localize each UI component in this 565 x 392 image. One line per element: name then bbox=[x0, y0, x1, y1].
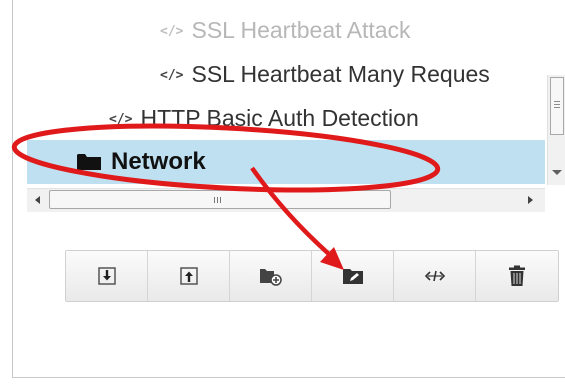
tree-item-label: SSL Heartbeat Many Reques bbox=[191, 61, 490, 87]
edit-folder-button[interactable] bbox=[312, 251, 394, 301]
folder-icon bbox=[77, 153, 101, 170]
code-icon: </> bbox=[109, 112, 133, 127]
tree-item-ssl-heartbeat-many-requests[interactable]: </> SSL Heartbeat Many Reques bbox=[160, 54, 490, 94]
tree-item-label: SSL Heartbeat Attack bbox=[191, 17, 411, 43]
code-icon: </> bbox=[160, 24, 184, 39]
code-move-icon bbox=[424, 269, 446, 283]
vertical-scroll-thumb[interactable] bbox=[550, 77, 564, 135]
scroll-left-arrow-icon[interactable] bbox=[35, 196, 40, 204]
horizontal-scroll-thumb[interactable] bbox=[49, 190, 391, 209]
scroll-down-arrow-icon[interactable] bbox=[552, 170, 562, 175]
export-icon bbox=[179, 267, 198, 285]
add-folder-icon bbox=[259, 266, 283, 286]
tree-item-label: HTTP Basic Auth Detection bbox=[140, 105, 419, 131]
tree-item-label: Network bbox=[111, 148, 206, 175]
trash-icon bbox=[509, 265, 525, 287]
horizontal-scrollbar[interactable] bbox=[27, 188, 545, 212]
scroll-right-arrow-icon[interactable] bbox=[528, 196, 533, 204]
tree-item-http-basic-auth-detection[interactable]: </> HTTP Basic Auth Detection bbox=[109, 98, 419, 138]
rule-toolbar bbox=[65, 250, 559, 302]
import-icon bbox=[97, 267, 116, 285]
tree-item-ssl-heartbeat-attack[interactable]: </> SSL Heartbeat Attack bbox=[160, 10, 411, 50]
delete-button[interactable] bbox=[476, 251, 558, 301]
export-button[interactable] bbox=[148, 251, 230, 301]
tree-item-network[interactable]: Network bbox=[27, 140, 545, 184]
import-button[interactable] bbox=[66, 251, 148, 301]
code-icon: </> bbox=[160, 68, 184, 83]
vertical-scrollbar[interactable] bbox=[547, 75, 565, 185]
rule-tree: </> SSL Heartbeat Attack </> SSL Heartbeat… bbox=[27, 0, 545, 186]
add-folder-button[interactable] bbox=[230, 251, 312, 301]
code-move-button[interactable] bbox=[394, 251, 476, 301]
rules-panel: </> SSL Heartbeat Attack </> SSL Heartbeat… bbox=[12, 0, 565, 378]
edit-folder-icon bbox=[342, 267, 364, 285]
